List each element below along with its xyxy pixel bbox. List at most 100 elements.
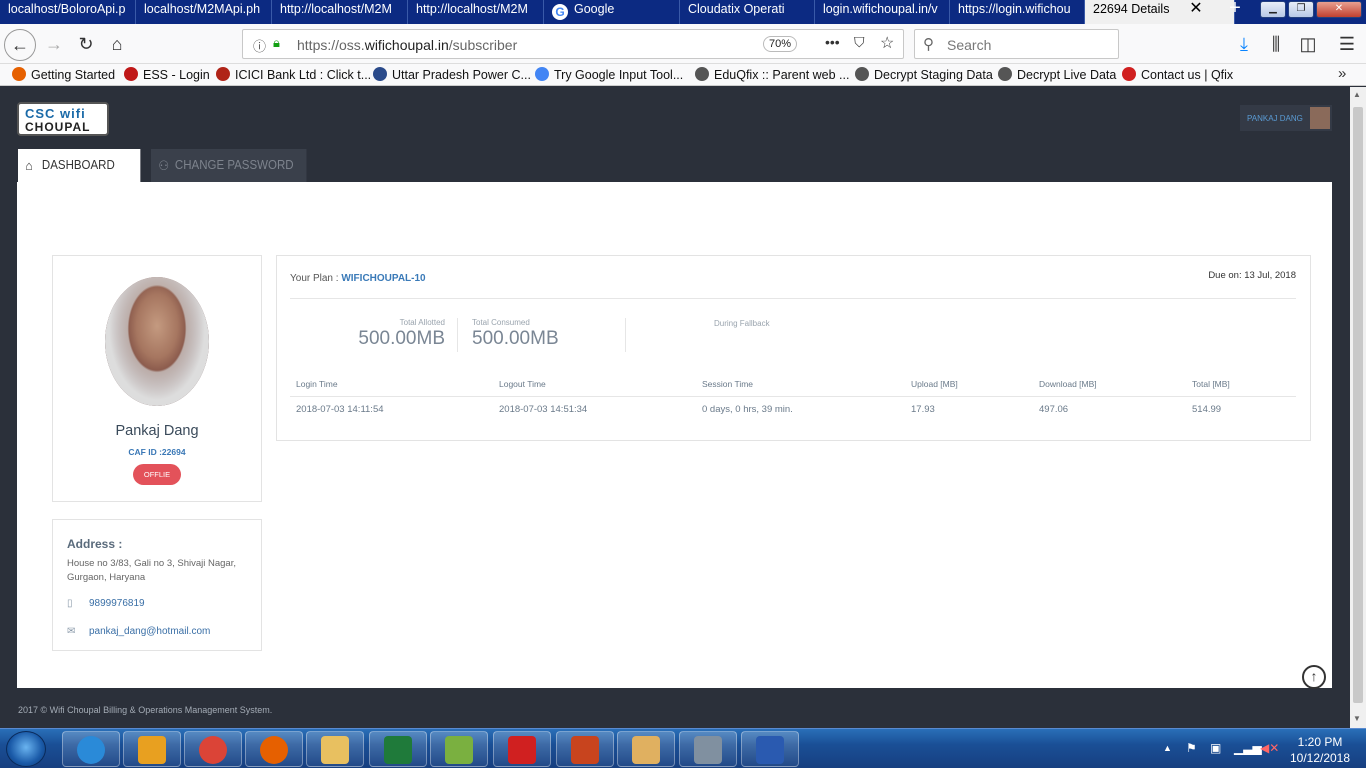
outlook-icon bbox=[138, 736, 166, 764]
bookmark-item[interactable]: Decrypt Staging Data bbox=[855, 67, 993, 82]
taskbar-app-word[interactable] bbox=[741, 731, 799, 767]
user-icon: ⚇ bbox=[158, 158, 170, 173]
clock[interactable]: 1:20 PM 10/12/2018 bbox=[1284, 734, 1356, 766]
tab-dashboard[interactable]: ⌂ Dashboard bbox=[18, 149, 141, 182]
taskbar-app-chrome[interactable] bbox=[184, 731, 242, 767]
browser-tab[interactable]: http://localhost/M2M bbox=[272, 0, 408, 24]
taskbar-app-powerpoint[interactable] bbox=[556, 731, 614, 767]
browser-tab[interactable]: https://login.wifichou bbox=[950, 0, 1085, 24]
scrollbar-thumb[interactable] bbox=[1353, 107, 1363, 703]
taskbar-app-notepad-plus[interactable] bbox=[430, 731, 488, 767]
bookmark-item[interactable]: Uttar Pradesh Power C... bbox=[373, 67, 531, 82]
info-icon[interactable]: ⓘ bbox=[253, 36, 266, 55]
logo[interactable]: CSC wifi CHOUPAL bbox=[17, 102, 109, 136]
excel-icon bbox=[384, 736, 412, 764]
downloads-icon[interactable]: ⤓ bbox=[1230, 30, 1258, 58]
url-bar[interactable]: ⓘ 🔒︎ https://oss.wifichoupal.in/subscrib… bbox=[242, 29, 904, 59]
phone-line[interactable]: ▯ 9899976819 bbox=[67, 598, 145, 609]
bookmark-item[interactable]: Try Google Input Tool... bbox=[535, 67, 683, 82]
taskbar-app-internet-explorer[interactable] bbox=[62, 731, 120, 767]
bookmark-item[interactable]: Contact us | Qfix bbox=[1122, 67, 1233, 82]
bookmark-item[interactable]: ESS - Login bbox=[124, 67, 210, 82]
tab-dashboard-label: Dashboard bbox=[41, 158, 115, 172]
plan-line: Your Plan : WIFICHOUPAL-10 bbox=[290, 273, 426, 284]
taskbar-app-vpn-client[interactable] bbox=[679, 731, 737, 767]
col-header: Session Time bbox=[702, 379, 754, 389]
volume-muted-icon[interactable]: ◀✕ bbox=[1260, 741, 1279, 755]
window-close-icon[interactable]: ✕ bbox=[1316, 1, 1362, 18]
taskbar-app-paint[interactable] bbox=[617, 731, 675, 767]
browser-tab-title: localhost/BoloroApi.p bbox=[8, 2, 126, 16]
flag-icon[interactable]: ⚑ bbox=[1186, 741, 1197, 755]
dashboard-panel: Pankaj Dang CAF ID :22694 OFFLIE Address… bbox=[17, 182, 1332, 688]
page-content: CSC wifi CHOUPAL PANKAJ DANG ⌂ Dashboard… bbox=[0, 87, 1350, 728]
library-icon[interactable]: ⫼ bbox=[1262, 30, 1290, 58]
col-header: Login Time bbox=[296, 379, 338, 389]
bookmark-favicon-icon bbox=[1122, 67, 1136, 81]
notepad-plus-icon bbox=[445, 736, 473, 764]
bookmark-item[interactable]: Decrypt Live Data bbox=[998, 67, 1116, 82]
firefox-icon bbox=[260, 736, 288, 764]
browser-tab-title: http://localhost/M2M bbox=[416, 2, 528, 16]
taskbar-app-outlook[interactable] bbox=[123, 731, 181, 767]
bookmark-item[interactable]: EduQfix :: Parent web ... bbox=[695, 67, 849, 82]
browser-tab[interactable]: localhost/M2MApi.ph bbox=[136, 0, 272, 24]
menu-icon[interactable]: ☰ bbox=[1333, 30, 1361, 58]
back-icon[interactable]: ← bbox=[4, 29, 36, 61]
minimize-icon[interactable]: ▁ bbox=[1260, 1, 1286, 18]
bookmark-favicon-icon bbox=[373, 67, 387, 81]
browser-tab[interactable]: G Google bbox=[544, 0, 680, 24]
bookmark-item[interactable]: Getting Started bbox=[12, 67, 115, 82]
browser-tab[interactable]: login.wifichoupal.in/v bbox=[815, 0, 950, 24]
email-line[interactable]: ✉ pankaj_dang@hotmail.com bbox=[67, 626, 210, 637]
scroll-to-top-icon[interactable]: ↑ bbox=[1302, 665, 1326, 689]
home-icon[interactable]: ⌂ bbox=[103, 30, 131, 58]
browser-tab[interactable]: 22694 Details bbox=[1085, 0, 1235, 24]
search-box[interactable]: ⚲ Search bbox=[914, 29, 1119, 59]
bookmark-label: Uttar Pradesh Power C... bbox=[392, 68, 531, 82]
tray-expand-icon[interactable]: ▲ bbox=[1163, 743, 1172, 753]
bookmark-star-icon[interactable]: ☆ bbox=[880, 33, 894, 53]
col-header: Upload [MB] bbox=[911, 379, 958, 389]
internet-explorer-icon bbox=[77, 736, 105, 764]
reload-icon[interactable]: ↻ bbox=[72, 30, 100, 58]
user-menu[interactable]: PANKAJ DANG bbox=[1240, 105, 1332, 131]
forward-icon[interactable]: → bbox=[40, 30, 68, 58]
browser-tab-title: Google bbox=[574, 2, 615, 16]
address-heading: Address : bbox=[67, 537, 123, 551]
new-tab-button[interactable]: + bbox=[1222, 0, 1248, 20]
tab-change-password[interactable]: ⚇ Change Password bbox=[151, 149, 307, 182]
due-date: Due on: 13 Jul, 2018 bbox=[1208, 270, 1296, 281]
bookmark-label: ESS - Login bbox=[143, 68, 210, 82]
scroll-up-icon[interactable]: ▲ bbox=[1353, 90, 1363, 100]
browser-tab-title: login.wifichoupal.in/v bbox=[823, 2, 938, 16]
taskbar-app-firefox[interactable] bbox=[245, 731, 303, 767]
phone-number: 9899976819 bbox=[89, 598, 145, 609]
browser-tab[interactable]: Cloudatix Operati bbox=[680, 0, 815, 24]
taskbar-app-acrobat[interactable] bbox=[493, 731, 551, 767]
taskbar-app-excel[interactable] bbox=[369, 731, 427, 767]
caf-id: CAF ID :22694 bbox=[128, 447, 186, 457]
scroll-down-icon[interactable]: ▼ bbox=[1353, 714, 1363, 724]
page-scrollbar[interactable]: ▲ ▼ bbox=[1350, 87, 1366, 728]
maximize-icon[interactable]: ❐ bbox=[1288, 1, 1314, 18]
browser-tab[interactable]: localhost/BoloroApi.p bbox=[0, 0, 136, 24]
device-icon[interactable]: ▣ bbox=[1210, 741, 1221, 755]
sidebar-icon[interactable]: ◫ bbox=[1294, 30, 1322, 58]
zoom-level[interactable]: 70% bbox=[763, 36, 798, 52]
home-icon: ⌂ bbox=[25, 158, 33, 173]
col-header: Total [MB] bbox=[1192, 379, 1230, 389]
network-icon[interactable]: ▁▃▅ bbox=[1234, 741, 1262, 755]
logo-subtext: CHOUPAL bbox=[25, 120, 91, 134]
bookmarks-overflow-icon[interactable]: » bbox=[1338, 65, 1346, 82]
browser-tab[interactable]: http://localhost/M2M bbox=[408, 0, 544, 24]
more-icon[interactable]: ••• bbox=[825, 34, 840, 50]
close-tab-icon[interactable]: ✕ bbox=[1184, 0, 1208, 24]
taskbar-app-file-explorer[interactable] bbox=[306, 731, 364, 767]
pocket-icon[interactable]: ⛉ bbox=[854, 34, 865, 51]
profile-name: Pankaj Dang bbox=[115, 423, 199, 439]
user-avatar bbox=[1310, 107, 1330, 129]
bookmark-label: Decrypt Staging Data bbox=[874, 68, 993, 82]
bookmark-item[interactable]: ICICI Bank Ltd : Click t... bbox=[216, 67, 371, 82]
start-button[interactable] bbox=[6, 731, 46, 767]
